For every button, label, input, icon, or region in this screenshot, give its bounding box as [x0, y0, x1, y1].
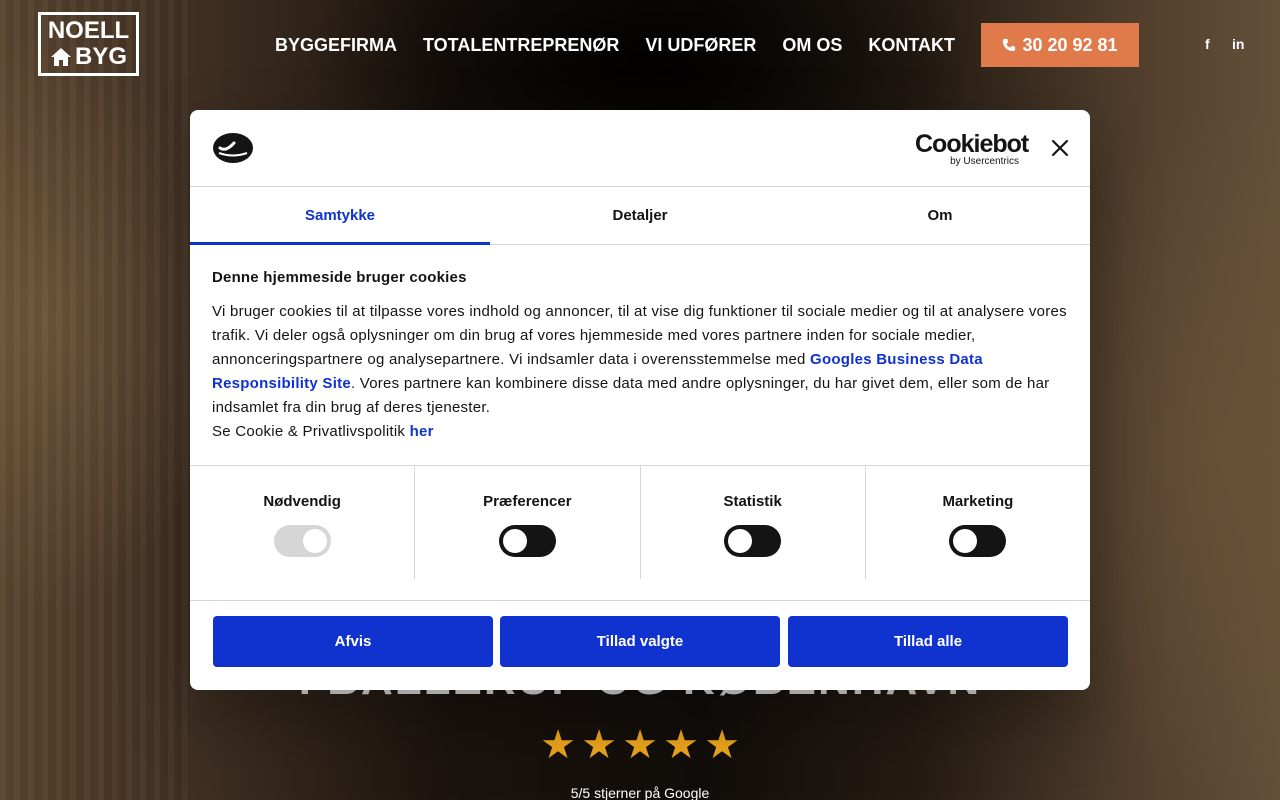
cookiebot-logo-icon: [213, 133, 253, 163]
category-preferences: Præferencer: [415, 466, 641, 579]
consent-text: Vi bruger cookies til at tilpasse vores …: [212, 300, 1068, 444]
allow-all-button[interactable]: Tillad alle: [788, 616, 1068, 667]
phone-button[interactable]: 30 20 92 81: [981, 23, 1139, 67]
star-icon: ★: [663, 723, 699, 767]
policy-link[interactable]: her: [410, 423, 434, 440]
nav-item-byggefirma[interactable]: BYGGEFIRMA: [262, 35, 410, 56]
rating-stars: ★ ★ ★ ★ ★: [0, 722, 1280, 768]
tab-detaljer[interactable]: Detaljer: [490, 187, 790, 244]
category-statistics: Statistik: [641, 466, 866, 579]
tab-om[interactable]: Om: [790, 187, 1090, 244]
tab-samtykke[interactable]: Samtykke: [190, 187, 490, 245]
close-icon[interactable]: [1050, 138, 1070, 158]
nav-item-vi-udforer[interactable]: VI UDFØRER: [632, 35, 769, 56]
deny-button[interactable]: Afvis: [213, 616, 493, 667]
site-logo[interactable]: NOELL BYG: [38, 12, 139, 76]
nav-item-om-os[interactable]: OM OS: [769, 35, 855, 56]
category-label: Statistik: [723, 493, 782, 510]
consent-heading: Denne hjemmeside bruger cookies: [212, 269, 467, 286]
dialog-tabs: Samtykke Detaljer Om: [190, 187, 1090, 245]
logo-line1: NOELL: [47, 17, 130, 44]
preferences-toggle[interactable]: [498, 525, 556, 557]
nav-item-kontakt[interactable]: KONTAKT: [855, 35, 968, 56]
cookiebot-brand[interactable]: Cookiebot by Usercentrics: [915, 130, 1029, 168]
category-label: Præferencer: [483, 493, 572, 510]
main-nav: BYGGEFIRMA TOTALENTREPRENØR VI UDFØRER O…: [262, 23, 968, 67]
toggle-knob: [953, 529, 978, 553]
toggle-knob: [502, 529, 527, 553]
consent-categories: Nødvendig Præferencer Statistik Marketin…: [190, 466, 1090, 579]
star-icon: ★: [704, 723, 740, 767]
star-icon: ★: [581, 723, 617, 767]
facebook-icon[interactable]: f: [1205, 36, 1210, 52]
logo-line2: BYG: [74, 43, 127, 70]
policy-text: Se Cookie & Privatlivspolitik: [212, 423, 410, 440]
logo-row2: BYG: [50, 45, 127, 69]
star-icon: ★: [622, 723, 658, 767]
nav-item-totalentreprenor[interactable]: TOTALENTREPRENØR: [410, 35, 632, 56]
cookie-consent-dialog: Cookiebot by Usercentrics Samtykke Detal…: [190, 110, 1090, 690]
dialog-footer: Afvis Tillad valgte Tillad alle: [190, 600, 1090, 690]
site-header: NOELL BYG BYGGEFIRMA TOTALENTREPRENØR VI…: [0, 0, 1280, 90]
category-label: Nødvendig: [263, 493, 341, 510]
category-marketing: Marketing: [866, 466, 1090, 579]
star-icon: ★: [540, 723, 576, 767]
toggle-knob: [728, 529, 753, 553]
phone-icon: [1003, 38, 1016, 52]
phone-number: 30 20 92 81: [1022, 34, 1118, 55]
allow-selected-button[interactable]: Tillad valgte: [500, 616, 780, 667]
brand-name: Cookiebot: [915, 130, 1029, 158]
marketing-toggle[interactable]: [949, 525, 1007, 557]
necessary-toggle: [273, 525, 331, 557]
consent-body: Denne hjemmeside bruger cookies Vi bruge…: [190, 245, 1090, 466]
dialog-header: Cookiebot by Usercentrics: [190, 110, 1090, 187]
house-icon: [50, 48, 71, 66]
rating-text: 5/5 stjerner på Google: [570, 785, 710, 800]
category-necessary: Nødvendig: [190, 466, 416, 579]
linkedin-icon[interactable]: in: [1232, 36, 1244, 52]
statistics-toggle[interactable]: [724, 525, 782, 557]
toggle-knob: [302, 529, 327, 553]
category-label: Marketing: [942, 493, 1014, 510]
